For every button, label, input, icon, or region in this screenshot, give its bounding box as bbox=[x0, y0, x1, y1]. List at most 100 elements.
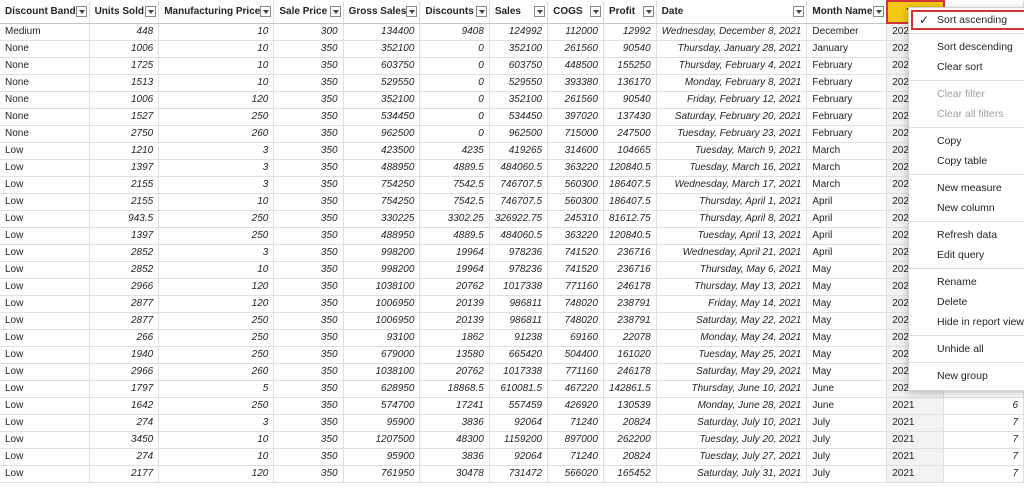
table-cell[interactable]: 350 bbox=[273, 142, 344, 160]
table-cell[interactable]: 943.5 bbox=[89, 210, 160, 228]
table-row[interactable]: Low 2155 3 350 754250 7542.5 746707.5 560300 186… bbox=[0, 176, 1024, 194]
table-cell[interactable]: 261560 bbox=[547, 91, 604, 109]
table-cell[interactable]: 3836 bbox=[419, 414, 490, 432]
table-cell[interactable]: 250 bbox=[158, 346, 275, 364]
filter-dropdown-icon[interactable] bbox=[406, 6, 418, 18]
table-cell[interactable]: 350 bbox=[273, 346, 344, 364]
table-cell[interactable]: 20139 bbox=[419, 312, 490, 330]
table-cell[interactable]: 20139 bbox=[419, 295, 490, 313]
table-cell[interactable]: 0 bbox=[419, 108, 490, 126]
filter-dropdown-icon[interactable] bbox=[642, 6, 654, 18]
table-cell[interactable]: 350 bbox=[273, 227, 344, 245]
table-cell[interactable]: Thursday, January 28, 2021 bbox=[656, 40, 808, 58]
table-cell[interactable]: 18868.5 bbox=[419, 380, 490, 398]
table-cell[interactable]: 130539 bbox=[603, 397, 657, 415]
table-cell[interactable]: July bbox=[806, 448, 888, 466]
table-cell[interactable]: June bbox=[806, 380, 888, 398]
table-cell[interactable]: 1207500 bbox=[343, 431, 421, 449]
table-cell[interactable]: 2966 bbox=[89, 278, 160, 296]
table-cell[interactable]: Wednesday, March 17, 2021 bbox=[656, 176, 808, 194]
table-cell[interactable]: 998200 bbox=[343, 261, 421, 279]
table-cell[interactable]: 488950 bbox=[343, 159, 421, 177]
table-cell[interactable]: 136170 bbox=[603, 74, 657, 92]
table-cell[interactable]: May bbox=[806, 363, 888, 381]
table-cell[interactable]: Low bbox=[0, 278, 90, 296]
table-cell[interactable]: 761950 bbox=[343, 465, 421, 483]
table-cell[interactable]: 350 bbox=[273, 431, 344, 449]
table-cell[interactable]: 20824 bbox=[603, 448, 657, 466]
table-cell[interactable]: 10 bbox=[158, 448, 275, 466]
table-cell[interactable]: 3 bbox=[158, 244, 275, 262]
menu-delete[interactable]: Delete bbox=[909, 292, 1024, 312]
table-cell[interactable]: 238791 bbox=[603, 295, 657, 313]
table-cell[interactable]: 326922.75 bbox=[489, 210, 549, 228]
table-cell[interactable]: 534450 bbox=[343, 108, 421, 126]
table-cell[interactable]: January bbox=[806, 40, 888, 58]
table-cell[interactable]: 6 bbox=[943, 397, 1024, 415]
column-header-month-name[interactable]: Month Name bbox=[806, 1, 888, 24]
table-cell[interactable]: 17241 bbox=[419, 397, 490, 415]
table-cell[interactable]: Low bbox=[0, 244, 90, 262]
table-cell[interactable]: 1527 bbox=[89, 108, 160, 126]
table-cell[interactable]: 574700 bbox=[343, 397, 421, 415]
table-cell[interactable]: 962500 bbox=[489, 125, 549, 143]
table-row[interactable]: Low 1797 5 350 628950 18868.5 610081.5 467220 14… bbox=[0, 380, 1024, 398]
table-cell[interactable]: Low bbox=[0, 397, 90, 415]
table-cell[interactable]: 557459 bbox=[489, 397, 549, 415]
table-cell[interactable]: Friday, February 12, 2021 bbox=[656, 91, 808, 109]
column-header-discount-band[interactable]: Discount Band bbox=[0, 1, 90, 24]
table-cell[interactable]: April bbox=[806, 227, 888, 245]
filter-dropdown-icon[interactable] bbox=[145, 6, 157, 18]
table-cell[interactable]: March bbox=[806, 176, 888, 194]
table-cell[interactable]: 10 bbox=[158, 193, 275, 211]
table-cell[interactable]: 741520 bbox=[547, 244, 604, 262]
table-cell[interactable]: Saturday, July 31, 2021 bbox=[656, 465, 808, 483]
table-cell[interactable]: 250 bbox=[158, 227, 275, 245]
table-cell[interactable]: 467220 bbox=[547, 380, 604, 398]
table-cell[interactable]: Friday, May 14, 2021 bbox=[656, 295, 808, 313]
table-cell[interactable]: 419265 bbox=[489, 142, 549, 160]
table-cell[interactable]: May bbox=[806, 329, 888, 347]
menu-hide-in-report-view[interactable]: Hide in report view bbox=[909, 312, 1024, 332]
table-cell[interactable]: 0 bbox=[419, 125, 490, 143]
column-header-units-sold[interactable]: Units Sold bbox=[89, 1, 160, 24]
table-cell[interactable]: 350 bbox=[273, 210, 344, 228]
table-cell[interactable]: 4889.5 bbox=[419, 227, 490, 245]
table-cell[interactable]: 350 bbox=[273, 448, 344, 466]
table-cell[interactable]: April bbox=[806, 193, 888, 211]
table-row[interactable]: Low 1642 250 350 574700 17241 557459 426920 1305… bbox=[0, 397, 1024, 415]
table-cell[interactable]: 92064 bbox=[489, 414, 549, 432]
table-cell[interactable]: 350 bbox=[273, 91, 344, 109]
menu-new-group[interactable]: New group bbox=[909, 366, 1024, 386]
table-row[interactable]: Low 2155 10 350 754250 7542.5 746707.5 560300 18… bbox=[0, 193, 1024, 211]
menu-copy-table[interactable]: Copy table bbox=[909, 151, 1024, 171]
table-cell[interactable]: 1797 bbox=[89, 380, 160, 398]
table-row[interactable]: Low 1940 250 350 679000 13580 665420 504400 1610… bbox=[0, 346, 1024, 364]
table-cell[interactable]: Low bbox=[0, 448, 90, 466]
table-cell[interactable]: Low bbox=[0, 295, 90, 313]
filter-dropdown-icon[interactable] bbox=[793, 6, 805, 18]
table-cell[interactable]: 2021 bbox=[886, 431, 945, 449]
table-cell[interactable]: 352100 bbox=[489, 91, 549, 109]
table-cell[interactable]: Low bbox=[0, 414, 90, 432]
table-cell[interactable]: 247500 bbox=[603, 125, 657, 143]
table-cell[interactable]: 238791 bbox=[603, 312, 657, 330]
column-header-date[interactable]: Date bbox=[656, 1, 808, 24]
table-cell[interactable]: 426920 bbox=[547, 397, 604, 415]
column-header-manufacturing-price[interactable]: Manufacturing Price bbox=[158, 1, 275, 24]
table-cell[interactable]: 3450 bbox=[89, 431, 160, 449]
table-cell[interactable]: 350 bbox=[273, 244, 344, 262]
table-cell[interactable]: 134400 bbox=[343, 23, 421, 41]
table-cell[interactable]: 10 bbox=[158, 23, 275, 41]
table-cell[interactable]: 986811 bbox=[489, 312, 549, 330]
table-cell[interactable]: 314600 bbox=[547, 142, 604, 160]
table-cell[interactable]: Thursday, April 1, 2021 bbox=[656, 193, 808, 211]
table-cell[interactable]: 350 bbox=[273, 159, 344, 177]
table-cell[interactable]: 69160 bbox=[547, 329, 604, 347]
table-cell[interactable]: 610081.5 bbox=[489, 380, 549, 398]
table-cell[interactable]: 90540 bbox=[603, 91, 657, 109]
table-cell[interactable]: 741520 bbox=[547, 261, 604, 279]
table-cell[interactable]: 186407.5 bbox=[603, 193, 657, 211]
table-cell[interactable]: 978236 bbox=[489, 244, 549, 262]
table-cell[interactable]: 352100 bbox=[343, 91, 421, 109]
